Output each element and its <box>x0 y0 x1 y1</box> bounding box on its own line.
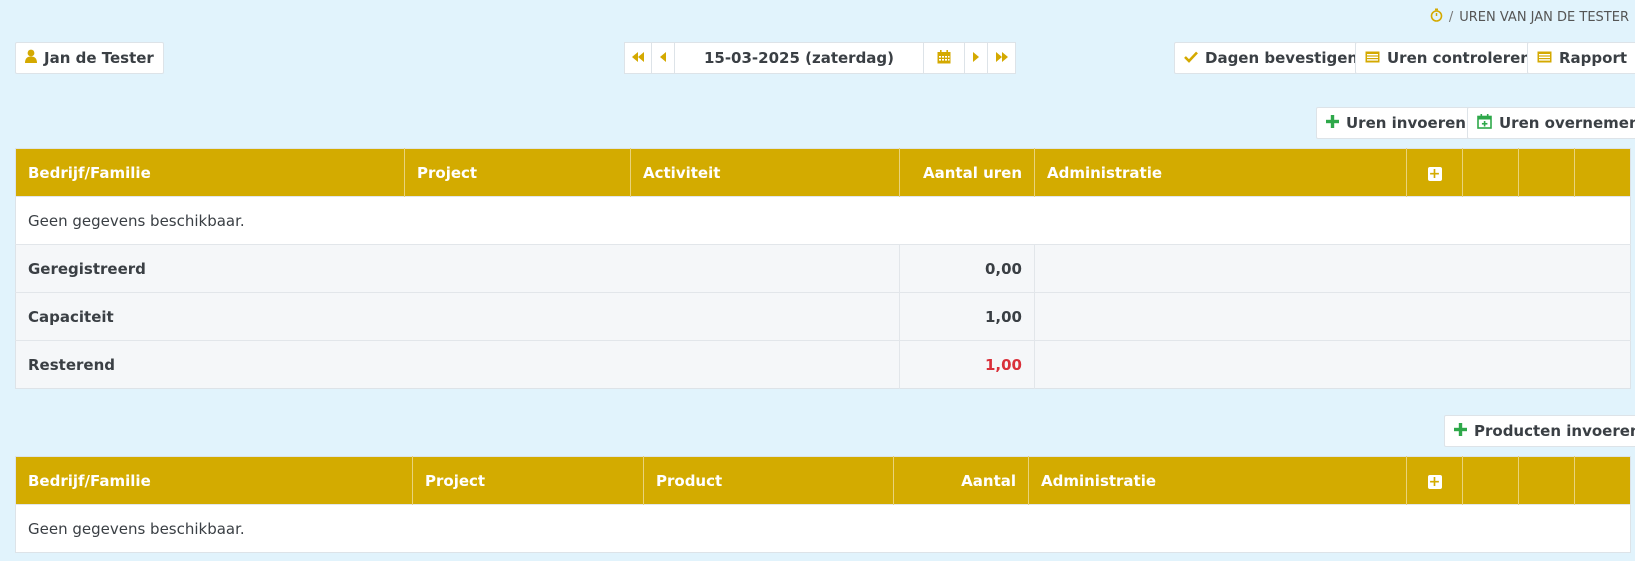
check-hours-button[interactable]: Uren controleren <box>1355 42 1541 74</box>
action-column-header <box>1518 456 1575 505</box>
summary-row-registered: Geregistreerd 0,00 <box>15 244 1631 293</box>
add-row-button[interactable]: + <box>1406 148 1463 197</box>
breadcrumb-current: UREN VAN JAN DE TESTER <box>1459 9 1629 25</box>
plus-square-icon: + <box>1427 165 1442 182</box>
first-day-button[interactable] <box>624 42 652 74</box>
empty-message: Geen gegevens beschikbaar. <box>15 504 1631 553</box>
summary-row-remaining: Resterend 1,00 <box>15 340 1631 389</box>
summary-filler <box>1034 340 1631 389</box>
report-icon <box>1537 49 1552 67</box>
empty-message: Geen gegevens beschikbaar. <box>15 196 1631 245</box>
summary-filler <box>1034 244 1631 293</box>
double-chevron-right-icon <box>995 51 1008 65</box>
date-field[interactable]: 15-03-2025 (zaterdag) <box>675 42 924 74</box>
chevron-left-icon <box>660 51 666 65</box>
action-column-header <box>1462 148 1519 197</box>
copy-hours-button[interactable]: Uren overnemen <box>1467 107 1635 139</box>
summary-label: Capaciteit <box>15 292 900 341</box>
summary-filler <box>1034 292 1631 341</box>
breadcrumb-separator: / <box>1448 9 1454 25</box>
enter-products-label: Producten invoeren <box>1474 422 1635 440</box>
confirm-days-label: Dagen bevestigen <box>1205 49 1359 67</box>
calendar-icon <box>937 49 951 67</box>
action-column-header <box>1518 148 1575 197</box>
action-column-header <box>1574 148 1631 197</box>
table-icon <box>1365 49 1380 67</box>
table-header-row: Bedrijf/Familie Project Activiteit Aanta… <box>15 148 1631 197</box>
next-day-button[interactable] <box>965 42 988 74</box>
summary-value: 1,00 <box>899 340 1035 389</box>
previous-day-button[interactable] <box>652 42 675 74</box>
copy-hours-label: Uren overnemen <box>1499 114 1635 132</box>
enter-products-button[interactable]: Producten invoeren <box>1444 415 1635 447</box>
breadcrumb: / UREN VAN JAN DE TESTER <box>1430 8 1629 26</box>
report-label: Rapport <box>1559 49 1628 67</box>
column-header-product[interactable]: Product <box>643 456 894 505</box>
enter-hours-button[interactable]: Uren invoeren <box>1316 107 1476 139</box>
column-header-administration[interactable]: Administratie <box>1034 148 1407 197</box>
hours-table: Bedrijf/Familie Project Activiteit Aanta… <box>15 148 1631 389</box>
column-header-hours[interactable]: Aantal uren <box>899 148 1035 197</box>
last-day-button[interactable] <box>988 42 1016 74</box>
summary-label: Resterend <box>15 340 900 389</box>
checkmark-icon <box>1184 49 1198 67</box>
column-header-project[interactable]: Project <box>404 148 631 197</box>
user-button-label: Jan de Tester <box>44 49 154 67</box>
report-button[interactable]: Rapport <box>1527 42 1635 74</box>
calendar-plus-icon <box>1477 113 1492 133</box>
plus-icon <box>1326 114 1339 132</box>
table-header-row: Bedrijf/Familie Project Product Aantal A… <box>15 456 1631 505</box>
confirm-days-button[interactable]: Dagen bevestigen <box>1174 42 1369 74</box>
summary-value: 0,00 <box>899 244 1035 293</box>
chevron-right-icon <box>973 51 979 65</box>
double-chevron-left-icon <box>632 51 644 65</box>
column-header-company[interactable]: Bedrijf/Familie <box>15 148 405 197</box>
column-header-quantity[interactable]: Aantal <box>893 456 1029 505</box>
column-header-company[interactable]: Bedrijf/Familie <box>15 456 413 505</box>
summary-label: Geregistreerd <box>15 244 900 293</box>
column-header-activity[interactable]: Activiteit <box>630 148 900 197</box>
action-column-header <box>1462 456 1519 505</box>
calendar-button[interactable] <box>924 42 965 74</box>
enter-hours-label: Uren invoeren <box>1346 114 1466 132</box>
date-navigation: 15-03-2025 (zaterdag) <box>624 42 1016 74</box>
column-header-administration[interactable]: Administratie <box>1028 456 1407 505</box>
user-button[interactable]: Jan de Tester <box>15 42 164 74</box>
column-header-project[interactable]: Project <box>412 456 644 505</box>
plus-square-icon: + <box>1427 473 1442 490</box>
empty-row: Geen gegevens beschikbaar. <box>15 504 1631 553</box>
date-value: 15-03-2025 (zaterdag) <box>703 49 895 67</box>
add-row-button[interactable]: + <box>1406 456 1463 505</box>
plus-icon <box>1454 422 1467 440</box>
check-hours-label: Uren controleren <box>1387 49 1531 67</box>
user-icon <box>25 49 37 67</box>
stopwatch-icon <box>1430 8 1443 26</box>
empty-row: Geen gegevens beschikbaar. <box>15 196 1631 245</box>
action-column-header <box>1574 456 1631 505</box>
products-table: Bedrijf/Familie Project Product Aantal A… <box>15 456 1631 553</box>
summary-row-capacity: Capaciteit 1,00 <box>15 292 1631 341</box>
summary-value: 1,00 <box>899 292 1035 341</box>
